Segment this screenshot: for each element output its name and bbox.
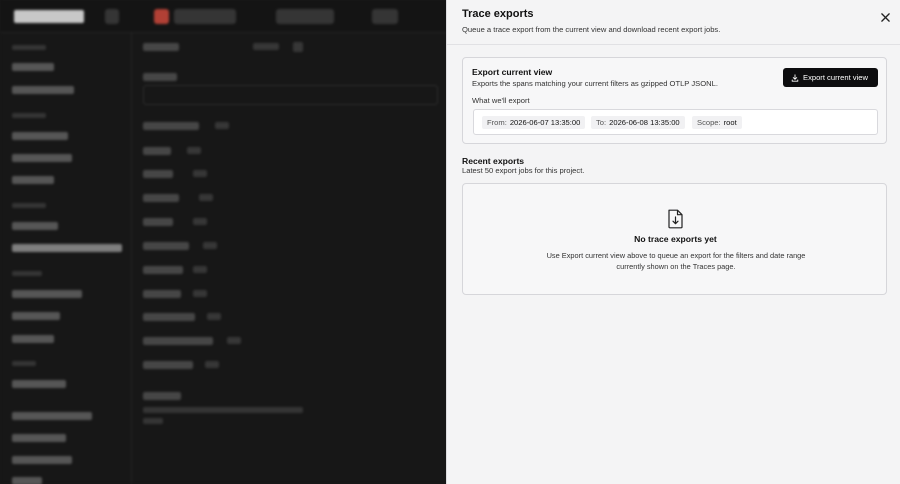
export-scope-summary: From: 2026-06-07 13:35:00 To: 2026-06-08… [473,109,878,135]
empty-state-title: No trace exports yet [634,234,717,244]
scope-label: Scope: [697,118,721,127]
drawer-subtitle: Queue a trace export from the current vi… [462,25,721,34]
close-icon [880,12,890,22]
export-card-title: Export current view [472,67,553,77]
trace-exports-drawer: Trace exports Queue a trace export from … [446,0,900,484]
recent-exports-subtitle: Latest 50 export jobs for this project. [462,166,585,175]
recent-exports-empty-state: No trace exports yet Use Export current … [462,183,887,295]
empty-state-description: Use Export current view above to queue a… [546,251,806,271]
drawer-title: Trace exports [462,8,534,20]
scope-value: root [723,118,737,127]
from-value: 2026-06-07 13:35:00 [509,118,581,127]
to-label: To: [596,118,607,127]
recent-exports-title: Recent exports [462,156,525,166]
to-chip: To: 2026-06-08 13:35:00 [591,116,685,129]
export-current-view-button[interactable]: Export current view [783,68,878,87]
from-label: From: [487,118,507,127]
drawer-header: Trace exports Queue a trace export from … [447,0,900,45]
export-current-view-card: Export current view Exports the spans ma… [462,57,887,144]
what-we-export-label: What we'll export [472,96,530,105]
to-value: 2026-06-08 13:35:00 [609,118,680,127]
drawer-overlay[interactable] [0,0,446,484]
download-icon [791,73,799,82]
from-chip: From: 2026-06-07 13:35:00 [482,116,586,129]
export-button-label: Export current view [803,73,868,82]
export-card-description: Exports the spans matching your current … [472,79,718,88]
file-download-icon [668,209,683,229]
scope-chip: Scope: root [692,116,742,129]
close-button[interactable] [876,8,894,26]
